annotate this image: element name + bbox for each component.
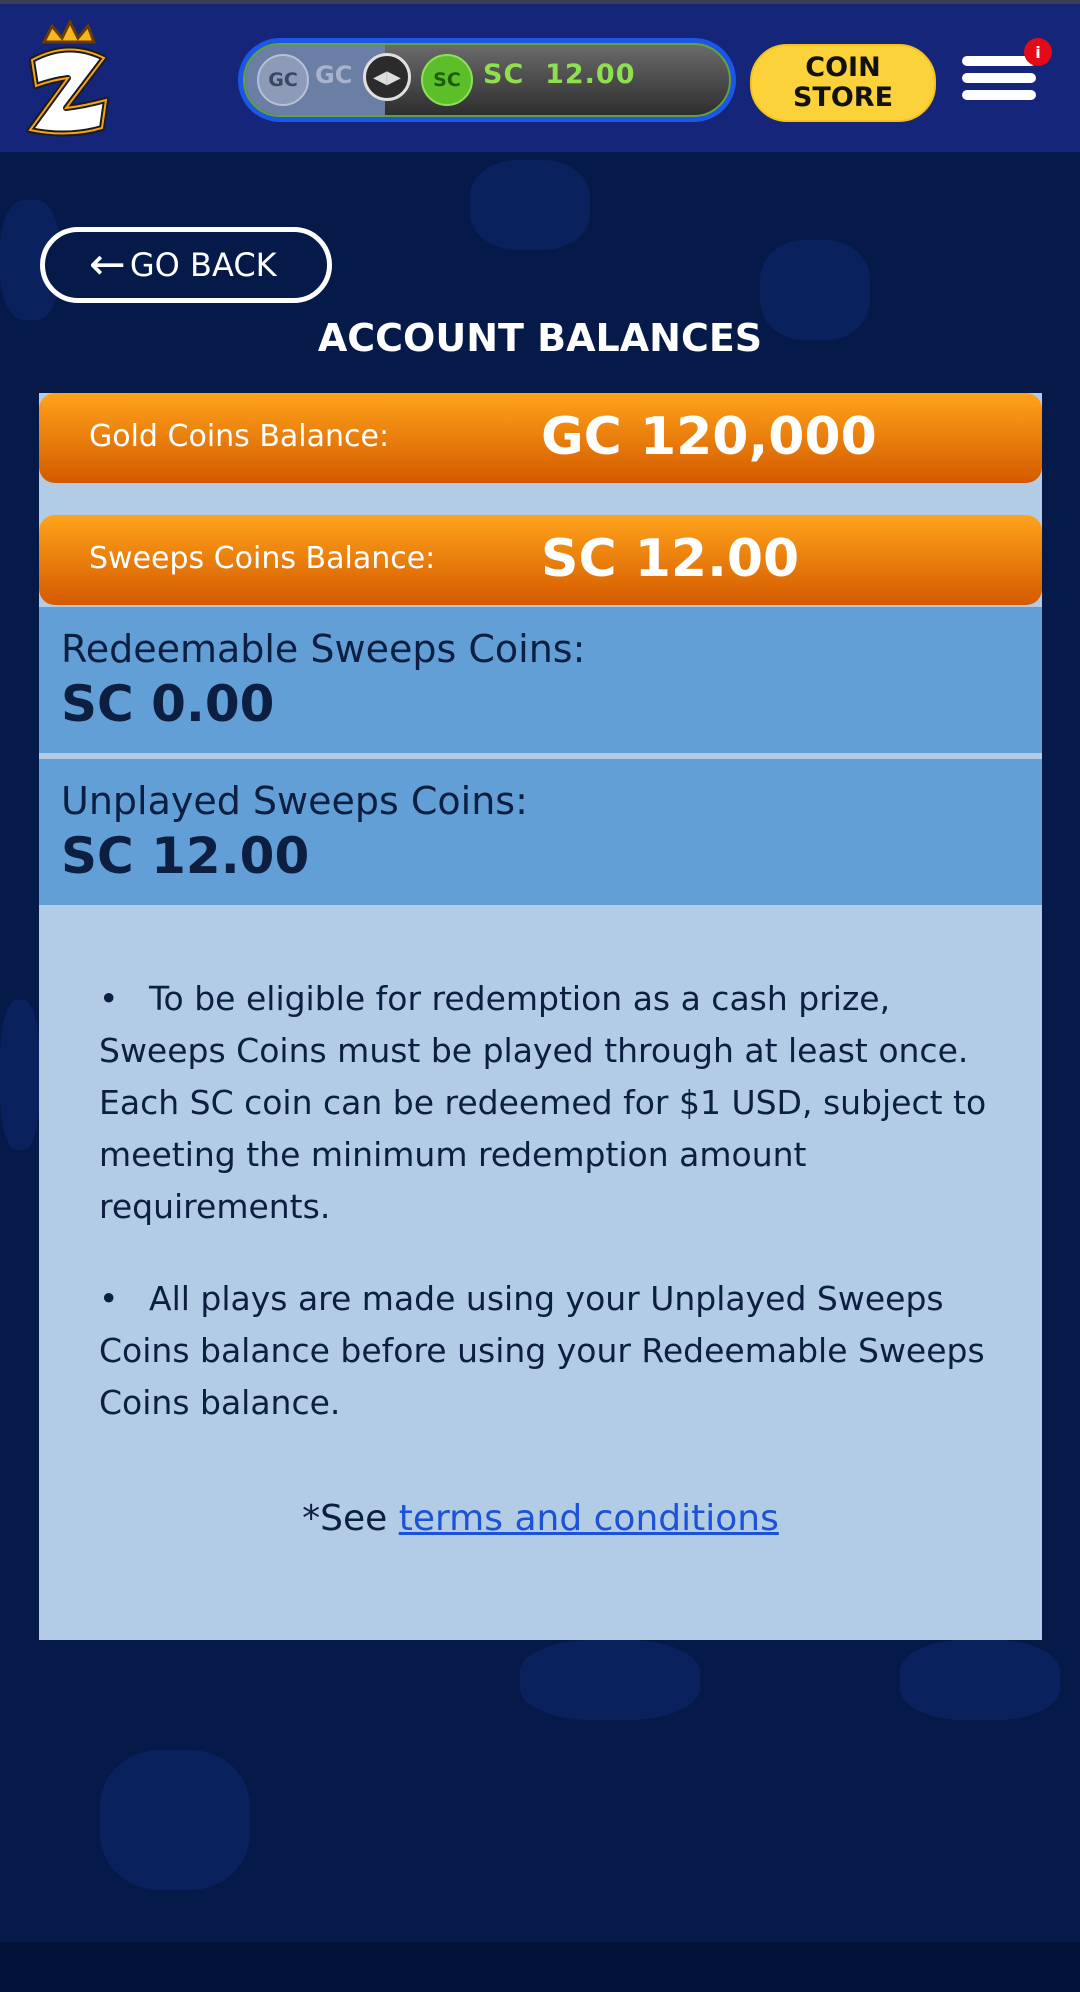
currency-toggle[interactable]: GC GC ◀▶ SC SC 12.00 (238, 38, 736, 122)
terms-link[interactable]: terms and conditions (399, 1498, 779, 1539)
background-decoration (470, 160, 590, 250)
gc-coin-icon: GC (257, 54, 309, 106)
unplayed-sweeps-label: Unplayed Sweeps Coins: (61, 779, 528, 823)
gold-coins-value: GC 120,000 (541, 407, 877, 467)
background-decoration (100, 1750, 250, 1890)
notification-badge: i (1024, 38, 1052, 66)
sc-balance-text: SC 12.00 (483, 59, 635, 90)
bullet-icon: • (99, 1279, 119, 1318)
redeemable-sweeps-row: Redeemable Sweeps Coins: SC 0.00 (39, 607, 1042, 753)
terms-prefix: *See (302, 1498, 399, 1539)
info-item: • To be eligible for redemption as a cash… (99, 973, 1009, 1233)
sc-amount: 12.00 (545, 59, 636, 90)
redeemable-sweeps-value: SC 0.00 (61, 675, 275, 733)
top-bar: GC GC ◀▶ SC SC 12.00 COIN STORE i (0, 0, 1080, 152)
hamburger-menu-icon[interactable] (962, 56, 1036, 104)
sweeps-coins-label: Sweeps Coins Balance: (89, 541, 436, 576)
page-title: ACCOUNT BALANCES (317, 316, 763, 360)
sweeps-coins-value: SC 12.00 (541, 529, 800, 589)
unplayed-sweeps-value: SC 12.00 (61, 827, 310, 885)
terms-note: *See terms and conditions (39, 1498, 1042, 1539)
background-decoration (0, 1000, 40, 1150)
bottom-bar (0, 1942, 1080, 1992)
coin-store-line1: COIN (805, 52, 881, 83)
unplayed-sweeps-row: Unplayed Sweeps Coins: SC 12.00 (39, 759, 1042, 905)
info-text: All plays are made using your Unplayed S… (99, 1279, 985, 1422)
redeemable-sweeps-label: Redeemable Sweeps Coins: (61, 627, 586, 671)
sc-coin-icon: SC (421, 54, 473, 106)
background-decoration (900, 1640, 1060, 1720)
coin-store-line2: STORE (792, 82, 894, 113)
brand-logo[interactable] (22, 20, 114, 138)
go-back-label: GO BACK (129, 246, 277, 284)
bullet-icon: • (99, 979, 119, 1018)
gc-label: GC (315, 61, 353, 89)
currency-toggle-track[interactable]: GC GC ◀▶ SC SC 12.00 (243, 43, 731, 117)
arrow-left-icon: ← (89, 239, 126, 290)
toggle-knob-icon[interactable]: ◀▶ (363, 53, 411, 101)
background-decoration (520, 1640, 700, 1720)
sweeps-coins-balance-row: Sweeps Coins Balance: SC 12.00 (39, 515, 1042, 605)
sc-label: SC (483, 59, 525, 90)
balances-panel: Gold Coins Balance: GC 120,000 Sweeps Co… (39, 393, 1042, 1640)
info-item: • All plays are made using your Unplayed … (99, 1273, 1009, 1429)
info-text: To be eligible for redemption as a cash … (99, 979, 987, 1226)
redemption-info-list: • To be eligible for redemption as a cash… (99, 973, 1009, 1469)
gold-coins-label: Gold Coins Balance: (89, 419, 390, 454)
go-back-button[interactable]: ← GO BACK (40, 227, 332, 303)
coin-store-button[interactable]: COIN STORE (750, 44, 936, 122)
gold-coins-balance-row: Gold Coins Balance: GC 120,000 (39, 393, 1042, 483)
